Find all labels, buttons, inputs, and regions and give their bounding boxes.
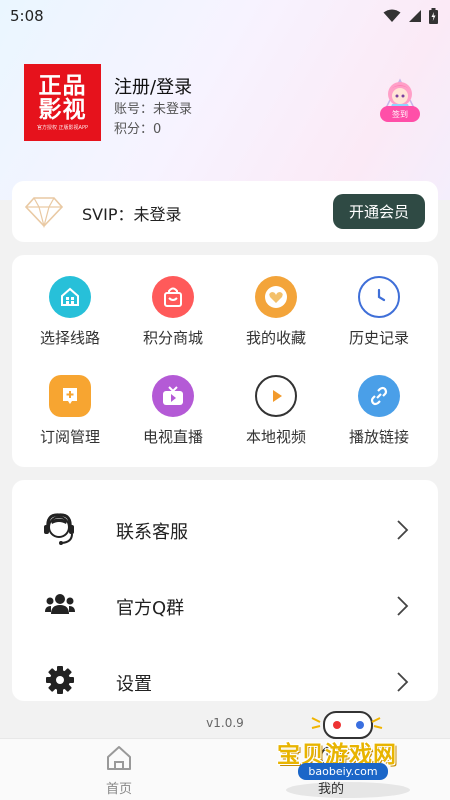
status-bar: 5:08 <box>0 0 450 32</box>
points-text: 积分：0 <box>114 122 162 137</box>
app-logo: 正品 影视 官方授权 正版影视APP <box>24 64 101 141</box>
grid-label: 订阅管理 <box>39 428 100 446</box>
grid-item-local-video[interactable]: 本地视频 <box>226 375 326 447</box>
watermark-url: baobeiy.com <box>298 763 388 780</box>
chevron-right-icon <box>397 672 409 692</box>
grid-item-subscriptions[interactable]: 订阅管理 <box>20 375 120 447</box>
shopping-bag-icon <box>152 276 194 318</box>
subscribe-icon <box>49 375 91 417</box>
grid-label: 积分商城 <box>142 329 203 347</box>
play-circle-icon <box>255 375 297 417</box>
wifi-icon <box>383 9 401 22</box>
checkin-button[interactable]: 签到 <box>380 106 420 122</box>
group-icon <box>45 594 75 614</box>
grid-item-select-route[interactable]: 选择线路 <box>20 276 120 348</box>
menu-label: 设置 <box>116 674 152 695</box>
open-vip-button[interactable]: 开通会员 <box>333 194 425 229</box>
grid-label: 选择线路 <box>39 329 100 347</box>
signal-icon <box>409 10 421 22</box>
menu-label: 联系客服 <box>116 522 188 543</box>
grid-label: 历史记录 <box>348 329 409 347</box>
grid-label: 电视直播 <box>142 428 203 446</box>
svip-status: SVIP：未登录 <box>82 205 182 224</box>
grid-item-tv-live[interactable]: 电视直播 <box>123 375 223 447</box>
status-icons <box>383 8 438 24</box>
chevron-right-icon <box>397 520 409 540</box>
grid-item-favorites[interactable]: 我的收藏 <box>226 276 326 348</box>
link-icon <box>358 375 400 417</box>
tab-home[interactable]: 首页 <box>94 744 144 797</box>
grid-label: 我的收藏 <box>245 329 306 347</box>
status-time: 5:08 <box>10 7 44 25</box>
tab-home-label: 首页 <box>105 782 132 797</box>
grid-item-history[interactable]: 历史记录 <box>329 276 429 348</box>
grid-item-play-link[interactable]: 播放链接 <box>329 375 429 447</box>
clock-icon <box>358 276 400 318</box>
headset-icon <box>44 513 74 545</box>
gear-icon <box>46 666 74 694</box>
diamond-icon <box>24 197 64 229</box>
grid-item-points-mall[interactable]: 积分商城 <box>123 276 223 348</box>
chevron-right-icon <box>397 596 409 616</box>
battery-charging-icon <box>429 8 438 24</box>
heart-icon <box>255 276 297 318</box>
menu-label: 官方Q群 <box>116 598 185 619</box>
menu-item-contact-support[interactable]: 联系客服 <box>12 492 438 567</box>
grid-label: 播放链接 <box>348 428 409 446</box>
menu-item-official-qq-group[interactable]: 官方Q群 <box>12 568 438 643</box>
home-icon <box>107 746 131 770</box>
route-icon <box>49 276 91 318</box>
login-register-link[interactable]: 注册/登录 <box>114 73 192 99</box>
grid-label: 本地视频 <box>245 428 306 446</box>
account-text: 账号：未登录 <box>114 102 193 117</box>
tv-icon <box>152 375 194 417</box>
